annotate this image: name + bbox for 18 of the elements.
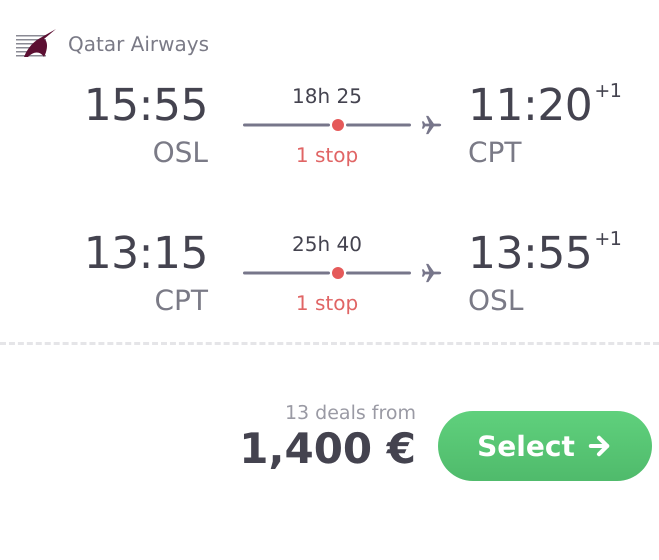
arrival-airport: CPT bbox=[468, 136, 522, 170]
departure-time: 15:55 bbox=[84, 79, 208, 133]
stops-count: 1 stop bbox=[294, 290, 360, 316]
departure-time: 13:15 bbox=[84, 227, 208, 281]
price: 1,400 € bbox=[239, 424, 416, 474]
select-button[interactable]: Select bbox=[438, 411, 652, 481]
deals-count: 13 deals from bbox=[284, 402, 416, 424]
departure-airport: OSL bbox=[152, 136, 208, 170]
stops-count: 1 stop bbox=[294, 142, 360, 168]
plane-icon bbox=[421, 262, 443, 284]
flight-duration: 25h 40 bbox=[291, 231, 363, 258]
flight-duration: 18h 25 bbox=[291, 83, 363, 110]
arrival-airport: OSL bbox=[468, 284, 524, 318]
airline-name: Qatar Airways bbox=[68, 32, 210, 56]
plane-icon bbox=[421, 114, 443, 136]
departure-airport: CPT bbox=[154, 284, 208, 318]
route-line-icon bbox=[243, 119, 411, 131]
route-line-icon bbox=[243, 267, 411, 279]
